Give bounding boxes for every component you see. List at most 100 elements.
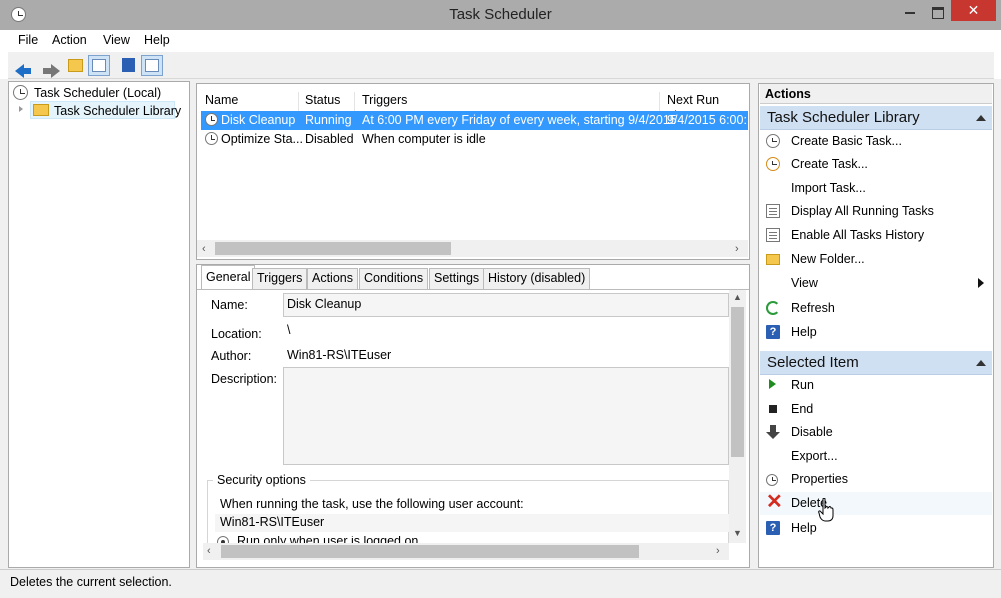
play-icon — [769, 379, 776, 389]
folder-icon — [33, 104, 49, 116]
menu-bar: File Action View Help — [8, 30, 994, 52]
actions-pane-header: Actions — [760, 84, 992, 104]
menu-file[interactable]: File — [18, 33, 38, 47]
action-properties[interactable]: Properties — [760, 468, 992, 491]
menu-help[interactable]: Help — [144, 33, 170, 47]
menu-action[interactable]: Action — [52, 33, 87, 47]
action-disable[interactable]: Disable — [760, 421, 992, 444]
action-enable-tasks-history[interactable]: Enable All Tasks History — [760, 224, 992, 247]
action-export[interactable]: Export... — [760, 445, 992, 468]
action-end[interactable]: End — [760, 398, 992, 421]
folder-icon — [766, 254, 780, 265]
menu-view[interactable]: View — [103, 33, 130, 47]
action-label: Create Basic Task... — [791, 134, 902, 148]
column-header-triggers[interactable]: Triggers — [354, 92, 660, 112]
show-hide-console-tree-button[interactable] — [88, 55, 110, 76]
console-tree: Task Scheduler (Local) Task Scheduler Li… — [8, 81, 190, 568]
user-account-value: Win81-RS\ITEuser — [220, 515, 325, 529]
action-label: Properties — [791, 472, 848, 486]
title-bar: Task Scheduler ✕ — [0, 0, 1001, 30]
tree-item-local-label: Task Scheduler (Local) — [34, 86, 162, 100]
action-label: Enable All Tasks History — [791, 228, 925, 242]
action-create-basic-task[interactable]: Create Basic Task... — [760, 130, 992, 153]
task-name: Disk Cleanup — [221, 113, 296, 127]
expand-icon[interactable] — [19, 106, 25, 112]
details-vertical-scrollbar[interactable]: ▲ ▼ — [729, 290, 746, 543]
clock-icon — [766, 134, 780, 148]
submenu-arrow-icon — [978, 278, 984, 288]
action-create-task[interactable]: Create Task... — [760, 153, 992, 176]
section-task-scheduler-library[interactable]: Task Scheduler Library — [760, 106, 992, 130]
clock-icon — [766, 474, 778, 486]
tree-item-library[interactable]: Task Scheduler Library — [30, 101, 181, 119]
tree-item-local[interactable]: Task Scheduler (Local) — [12, 84, 182, 102]
window-title: Task Scheduler — [449, 6, 552, 23]
name-field[interactable]: Disk Cleanup — [283, 293, 729, 317]
tab-triggers[interactable]: Triggers — [252, 268, 308, 289]
scroll-left-icon[interactable]: ‹ — [202, 243, 206, 255]
scroll-down-icon[interactable]: ▼ — [733, 528, 742, 538]
task-icon — [766, 157, 780, 171]
action-label: Help — [791, 325, 817, 339]
task-row[interactable]: Disk Cleanup Running At 6:00 PM every Fr… — [201, 111, 748, 130]
back-arrow-icon — [15, 64, 31, 78]
section-selected-item[interactable]: Selected Item — [760, 351, 992, 375]
scroll-up-icon[interactable]: ▲ — [733, 292, 742, 302]
tab-general[interactable]: General — [201, 265, 256, 290]
task-row[interactable]: Optimize Sta... Disabled When computer i… — [201, 130, 748, 149]
tab-settings[interactable]: Settings — [429, 268, 485, 289]
action-help[interactable]: ? Help — [760, 321, 992, 344]
description-label: Description: — [211, 372, 277, 386]
scroll-thumb[interactable] — [731, 307, 744, 457]
actions-pane-title: Actions — [765, 87, 811, 101]
console-tree-icon — [92, 59, 106, 72]
tab-conditions[interactable]: Conditions — [359, 268, 429, 289]
minimize-button[interactable] — [893, 0, 927, 22]
action-label: New Folder... — [791, 252, 865, 266]
help-toolbar-button[interactable] — [118, 55, 140, 76]
task-trigger: At 6:00 PM every Friday of every week, s… — [362, 113, 677, 127]
action-delete[interactable]: ✕ Delete — [760, 492, 992, 515]
action-display-running-tasks[interactable]: Display All Running Tasks — [760, 200, 992, 223]
details-horizontal-scrollbar[interactable]: ‹ › — [203, 543, 729, 560]
status-bar: Deletes the current selection. — [0, 569, 1001, 594]
column-header-status[interactable]: Status — [297, 92, 355, 112]
clock-icon — [13, 85, 28, 100]
scroll-right-icon[interactable]: › — [735, 243, 739, 255]
section-title: Task Scheduler Library — [767, 109, 920, 126]
scroll-thumb[interactable] — [215, 242, 451, 255]
description-field[interactable] — [283, 367, 729, 465]
collapse-icon[interactable] — [976, 115, 986, 121]
action-import-task[interactable]: Import Task... — [760, 177, 992, 200]
task-list-horizontal-scrollbar[interactable]: ‹ › — [197, 240, 748, 257]
help-icon — [122, 58, 135, 72]
column-header-next-run-time[interactable]: Next Run Time — [659, 92, 749, 123]
close-button[interactable]: ✕ — [951, 0, 996, 21]
stop-icon — [766, 402, 780, 416]
list-icon — [766, 204, 780, 218]
tab-divider — [197, 289, 749, 290]
column-header-name[interactable]: Name — [197, 92, 299, 112]
scroll-right-icon[interactable]: › — [716, 545, 720, 557]
task-clock-icon — [205, 113, 218, 126]
folder-up-icon — [68, 59, 83, 72]
maximize-button[interactable] — [927, 0, 947, 22]
author-value: Win81-RS\ITEuser — [287, 348, 392, 362]
scroll-left-icon[interactable]: ‹ — [207, 545, 211, 557]
tab-history[interactable]: History (disabled) — [483, 268, 591, 289]
action-refresh[interactable]: Refresh — [760, 297, 992, 320]
collapse-icon[interactable] — [976, 360, 986, 366]
action-run[interactable]: Run — [760, 374, 992, 397]
refresh-icon — [766, 301, 780, 315]
up-folder-button[interactable] — [65, 55, 87, 76]
action-view[interactable]: View — [760, 272, 992, 295]
security-options-title: Security options — [213, 473, 310, 487]
name-label: Name: — [211, 298, 248, 312]
action-new-folder[interactable]: New Folder... — [760, 248, 992, 271]
tab-actions[interactable]: Actions — [307, 268, 358, 289]
action-help-selected[interactable]: ? Help — [760, 517, 992, 540]
show-hide-action-pane-button[interactable] — [141, 55, 163, 76]
scroll-thumb[interactable] — [221, 545, 639, 558]
back-button[interactable] — [10, 55, 32, 78]
forward-button[interactable] — [34, 55, 60, 78]
